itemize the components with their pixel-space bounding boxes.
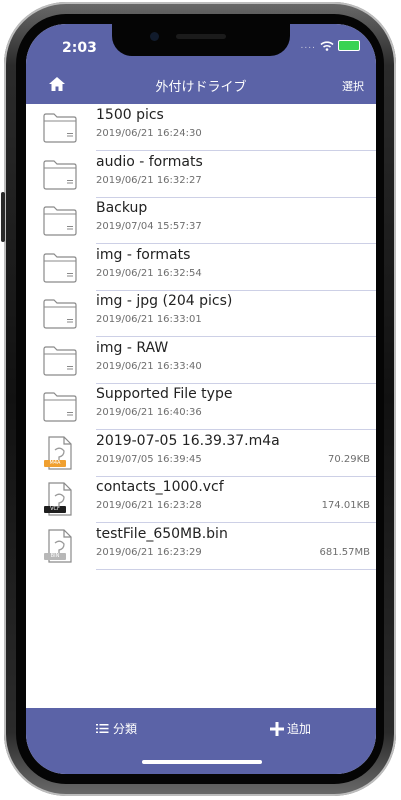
folder-row[interactable]: audio - formats 2019/06/21 16:32:27 (26, 151, 376, 198)
speaker (176, 34, 226, 39)
folder-row[interactable]: img - formats 2019/06/21 16:32:54 (26, 244, 376, 291)
notch (112, 24, 290, 56)
row-text: audio - formats 2019/06/21 16:32:27 (96, 151, 376, 198)
row-text: Supported File type 2019/06/21 16:40:36 (96, 383, 376, 430)
item-size: 681.57MB (319, 546, 370, 558)
file-row[interactable]: VCF contacts_1000.vcf 2019/06/21 16:23:28 1… (26, 476, 376, 523)
camera (150, 32, 159, 41)
folder-row[interactable]: img - jpg (204 pics) 2019/06/21 16:33:01 (26, 290, 376, 337)
folder-icon (42, 343, 78, 377)
folder-icon (42, 110, 78, 144)
folder-row[interactable]: Backup 2019/07/04 15:57:37 (26, 197, 376, 244)
item-date: 2019/06/21 16:32:54 (96, 267, 202, 279)
battery-icon (338, 40, 360, 51)
add-label: 追加 (287, 722, 312, 736)
folder-icon (42, 203, 78, 237)
item-name: audio - formats (96, 153, 203, 170)
navigation-bar: 2:03 .... 外付けドライブ 選択 (26, 24, 376, 104)
list-icon (96, 724, 109, 733)
item-date: 2019/06/21 16:23:28 (96, 500, 202, 511)
item-size: 70.29KB (327, 453, 370, 465)
file-icon: BIN (42, 528, 78, 563)
select-button[interactable]: 選択 (342, 78, 364, 94)
category-label: 分類 (113, 722, 138, 736)
row-text: img - formats 2019/06/21 16:32:54 (96, 244, 376, 291)
item-date: 2019/07/05 16:39:45 (96, 453, 202, 465)
item-date: 2019/06/21 16:32:27 (96, 174, 202, 186)
file-row[interactable]: M4A 2019-07-05 16.39.37.m4a 2019/07/05 16:… (26, 430, 376, 477)
row-text: img - RAW 2019/06/21 16:33:40 (96, 337, 376, 384)
file-type-badge: BIN (50, 552, 60, 559)
row-text: Backup 2019/07/04 15:57:37 (96, 197, 376, 244)
item-date: 2019/06/21 16:33:40 (96, 360, 202, 372)
home-indicator[interactable] (142, 760, 262, 764)
add-button[interactable]: 追加 (270, 720, 311, 737)
item-date: 2019/07/04 15:57:37 (96, 221, 202, 232)
item-date: 2019/06/21 16:24:30 (96, 128, 202, 139)
row-text: 1500 pics 2019/06/21 16:24:30 (96, 104, 376, 151)
item-name: img - RAW (96, 339, 169, 356)
item-name: img - formats (96, 246, 191, 263)
folder-icon (42, 250, 78, 284)
row-text: contacts_1000.vcf 2019/06/21 16:23:28 174.… (96, 476, 376, 523)
folder-icon (42, 389, 78, 423)
plus-icon (270, 721, 284, 736)
item-name: contacts_1000.vcf (96, 479, 224, 495)
item-name: testFile_650MB.bin (96, 525, 228, 542)
screen: 2:03 .... 外付けドライブ 選択 1500 pics 2019/06/21… (26, 24, 376, 774)
folder-row[interactable]: img - RAW 2019/06/21 16:33:40 (26, 337, 376, 384)
wifi-icon (320, 40, 334, 51)
file-list: 1500 pics 2019/06/21 16:24:30 audio - form… (26, 104, 376, 570)
page-title: 外付けドライブ (155, 80, 247, 95)
file-type-badge: VCF (50, 506, 60, 512)
file-type-badge: M4A (49, 459, 61, 466)
item-name: 1500 pics (96, 107, 164, 123)
item-name: Backup (96, 200, 148, 216)
item-name: Supported File type (96, 386, 233, 402)
file-icon: VCF (42, 482, 78, 516)
status-indicators: .... (301, 40, 360, 51)
folder-row[interactable]: 1500 pics 2019/06/21 16:24:30 (26, 104, 376, 151)
file-row[interactable]: BIN testFile_650MB.bin 2019/06/21 16:23:29… (26, 523, 376, 570)
file-icon: M4A (42, 435, 78, 470)
row-text: img - jpg (204 pics) 2019/06/21 16:33:01 (96, 290, 376, 337)
folder-icon (42, 296, 78, 330)
item-name: 2019-07-05 16.39.37.m4a (96, 432, 280, 449)
signal-dots: .... (300, 40, 316, 51)
item-size: 174.01KB (321, 500, 370, 511)
row-text: testFile_650MB.bin 2019/06/21 16:23:29 681… (96, 523, 376, 570)
side-button (1, 192, 5, 242)
item-date: 2019/06/21 16:40:36 (96, 407, 202, 418)
folder-icon (42, 157, 78, 191)
item-date: 2019/06/21 16:33:01 (96, 314, 202, 325)
item-date: 2019/06/21 16:23:29 (96, 546, 202, 558)
item-name: img - jpg (204 pics) (96, 293, 233, 309)
row-text: 2019-07-05 16.39.37.m4a 2019/07/05 16:39:… (96, 430, 376, 477)
folder-row[interactable]: Supported File type 2019/06/21 16:40:36 (26, 383, 376, 430)
bottom-toolbar: 分類 追加 (26, 708, 376, 774)
category-button[interactable]: 分類 (96, 720, 137, 737)
status-time: 2:03 (62, 40, 97, 56)
